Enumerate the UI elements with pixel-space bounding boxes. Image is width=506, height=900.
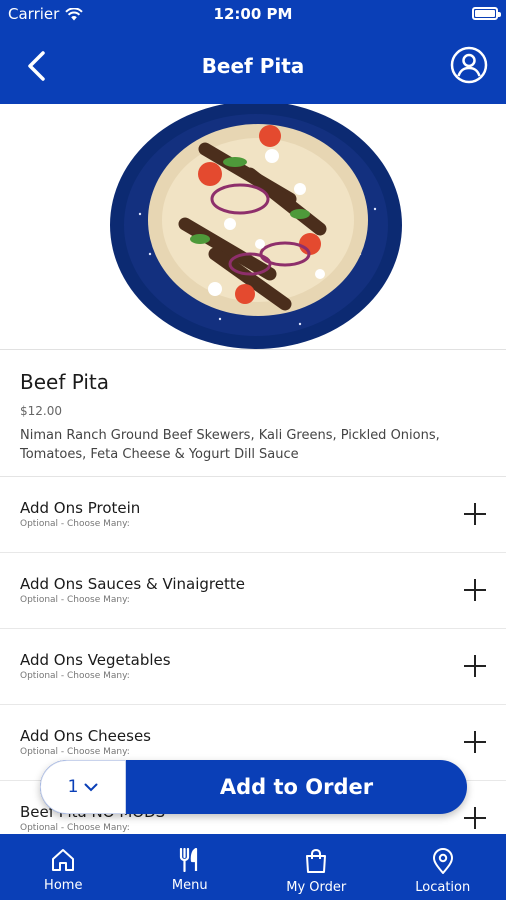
plus-icon[interactable] [464,503,486,525]
home-icon [52,849,75,871]
order-bar: 1 Add to Order [40,760,467,814]
bag-icon [306,848,327,873]
addon-label: Add Ons Vegetables [20,651,171,669]
plus-icon[interactable] [464,807,486,829]
addon-label: Add Ons Protein [20,499,141,517]
tab-home[interactable]: Home [0,834,127,900]
quantity-value: 1 [67,777,79,797]
addon-row-protein[interactable]: Add Ons Protein Optional - Choose Many: [0,477,506,553]
addon-row-sauces[interactable]: Add Ons Sauces & Vinaigrette Optional - … [0,553,506,629]
navigation-bar: Beef Pita [0,28,506,104]
beef-pita-photo [110,104,402,349]
item-price: $12.00 [20,404,62,418]
plus-icon[interactable] [464,655,486,677]
item-name: Beef Pita [20,370,110,394]
tab-location[interactable]: Location [380,834,506,900]
tab-label: Home [44,878,83,893]
item-details: Beef Pita $12.00 Niman Ranch Ground Beef… [0,350,506,477]
battery-icon [472,7,501,20]
add-to-order-button[interactable]: Add to Order [126,760,467,814]
addon-subtitle: Optional - Choose Many: [20,671,130,681]
tab-label: Menu [171,878,208,893]
tab-bar: Home Menu My Order Location [0,834,506,900]
item-description: Niman Ranch Ground Beef Skewers, Kali Gr… [20,428,440,462]
addon-subtitle: Optional - Choose Many: [20,823,130,833]
tab-label: Location [415,880,471,895]
addon-subtitle: Optional - Choose Many: [20,595,130,605]
tab-menu[interactable]: Menu [127,834,254,900]
tab-label: My Order [286,880,347,895]
addon-label: Add Ons Cheeses [20,727,152,745]
utensils-icon [179,848,197,872]
profile-button[interactable] [450,46,488,84]
item-image [0,104,506,350]
addon-subtitle: Optional - Choose Many: [20,519,130,529]
addon-row-vegetables[interactable]: Add Ons Vegetables Optional - Choose Man… [0,629,506,705]
quantity-selector[interactable]: 1 [40,760,126,814]
user-icon [450,46,488,84]
chevron-down-icon [84,783,98,791]
tab-my-order[interactable]: My Order [253,834,380,900]
addon-subtitle: Optional - Choose Many: [20,747,130,757]
addon-label: Add Ons Sauces & Vinaigrette [20,575,245,593]
status-bar: Carrier 12:00 PM [0,0,506,28]
plus-icon[interactable] [464,731,486,753]
page-title: Beef Pita [201,54,305,78]
status-time: 12:00 PM [213,5,293,23]
location-pin-icon [432,848,453,874]
plus-icon[interactable] [464,579,486,601]
